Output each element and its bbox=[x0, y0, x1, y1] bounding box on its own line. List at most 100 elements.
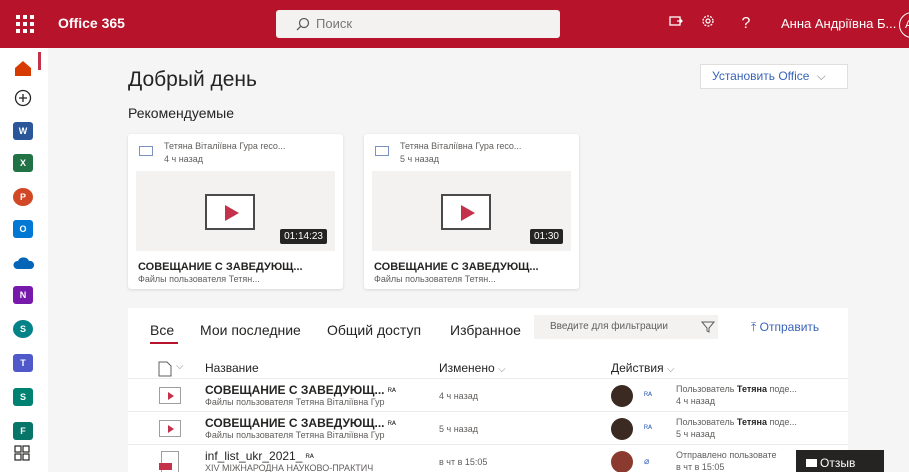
feedback-button[interactable]: Отзыв bbox=[796, 450, 884, 472]
play-icon bbox=[441, 194, 491, 230]
app-name[interactable]: Office 365 bbox=[58, 15, 125, 31]
activity-user: Тетяна bbox=[736, 417, 767, 427]
card-thumbnail[interactable]: 01:14:23 bbox=[136, 171, 335, 251]
all-apps-icon[interactable] bbox=[13, 444, 35, 466]
user-name[interactable]: Анна Андріївна Б... bbox=[781, 16, 896, 31]
chevron-down-icon: ⌵ bbox=[498, 364, 506, 375]
activity-suffix: поде... bbox=[766, 417, 797, 427]
file-location: Файлы пользователя Тетяна Віталіївна Гур bbox=[205, 397, 385, 407]
home-icon[interactable] bbox=[13, 58, 35, 80]
upload-icon: ⤒ bbox=[751, 320, 757, 334]
column-header-modified[interactable]: Изменено ⌵ bbox=[439, 361, 506, 375]
file-title[interactable]: inf_list_ukr_2021_ ᴿᴬ bbox=[205, 449, 314, 463]
sharepoint-icon[interactable]: S bbox=[13, 318, 35, 340]
tab-shared[interactable]: Общий доступ bbox=[327, 322, 421, 338]
avatar bbox=[611, 418, 633, 440]
card-subtitle: Файлы пользователя Тетян... bbox=[374, 274, 496, 284]
chat-bubble-icon bbox=[806, 459, 817, 467]
onenote-icon[interactable]: N bbox=[13, 284, 35, 306]
outlook-icon[interactable]: O bbox=[13, 218, 35, 240]
activity-time: 4 ч назад bbox=[676, 396, 715, 406]
help-icon[interactable]: ? bbox=[735, 13, 757, 35]
card-author: Тетяна Віталіївна Гура reco... bbox=[400, 141, 522, 151]
table-row[interactable]: СОВЕЩАНИЕ С ЗАВЕДУЮЩ... ᴿᴬ Файлы пользов… bbox=[128, 411, 848, 444]
video-icon bbox=[375, 146, 389, 156]
shared-icon: ᴿᴬ bbox=[387, 386, 396, 396]
file-title[interactable]: СОВЕЩАНИЕ С ЗАВЕДУЮЩ... ᴿᴬ bbox=[205, 416, 396, 430]
forms-icon[interactable]: F bbox=[13, 420, 35, 442]
activity-time: в чт в 15:05 bbox=[676, 462, 725, 472]
activity-user: Тетяна bbox=[736, 384, 767, 394]
video-duration: 01:30 bbox=[529, 229, 563, 244]
card-title: СОВЕЩАНИЕ С ЗАВЕДУЮЩ... bbox=[138, 261, 303, 273]
create-icon[interactable] bbox=[13, 88, 35, 110]
activity-prefix: Пользователь bbox=[676, 417, 737, 427]
recommended-card[interactable]: Тетяна Віталіївна Гура reco... 5 ч назад… bbox=[364, 134, 579, 289]
table-row[interactable]: inf_list_ukr_2021_ ᴿᴬ XIV МІЖНАРОДНА НАУ… bbox=[128, 444, 848, 472]
install-office-label: Установить Office bbox=[712, 69, 810, 83]
page-title: Добрый день bbox=[128, 68, 257, 91]
file-modified: в чт в 15:05 bbox=[439, 457, 488, 467]
app-launcher-icon[interactable] bbox=[16, 15, 34, 33]
tab-active-underline bbox=[150, 342, 178, 344]
files-panel: Все Мои последние Общий доступ Избранное… bbox=[128, 308, 848, 472]
card-thumbnail[interactable]: 01:30 bbox=[372, 171, 571, 251]
active-indicator bbox=[38, 52, 41, 70]
shared-icon: ᴿᴬ bbox=[387, 419, 396, 429]
app-rail: W X P O N S T S F bbox=[0, 48, 48, 472]
avatar bbox=[611, 451, 633, 472]
feedback-label: Отзыв bbox=[820, 456, 856, 470]
file-location: XIV МІЖНАРОДНА НАУКОВО-ПРАКТИЧ bbox=[205, 463, 374, 472]
attachment-icon: ⌀ bbox=[644, 456, 650, 466]
recommended-title: Рекомендуемые bbox=[128, 105, 234, 121]
recommended-card[interactable]: Тетяна Віталіївна Гура reco... 4 ч назад… bbox=[128, 134, 343, 289]
word-icon[interactable]: W bbox=[13, 120, 35, 142]
activity-prefix: Отправлено пользовате bbox=[676, 450, 777, 460]
card-subtitle: Файлы пользователя Тетян... bbox=[138, 274, 260, 284]
column-header-actions[interactable]: Действия ⌵ bbox=[611, 361, 675, 375]
table-row[interactable]: СОВЕЩАНИЕ С ЗАВЕДУЮЩ... ᴿᴬ Файлы пользов… bbox=[128, 378, 848, 411]
search-box[interactable]: Поиск bbox=[276, 10, 560, 38]
tab-all[interactable]: Все bbox=[150, 322, 174, 338]
video-duration: 01:14:23 bbox=[280, 229, 327, 244]
card-title: СОВЕЩАНИЕ С ЗАВЕДУЮЩ... bbox=[374, 261, 539, 273]
sway-icon[interactable]: S bbox=[13, 386, 35, 408]
filter-input[interactable]: Введите для фильтрации bbox=[534, 315, 718, 339]
file-title-text: СОВЕЩАНИЕ С ЗАВЕДУЮЩ... bbox=[205, 416, 385, 430]
file-location: Файлы пользователя Тетяна Віталіївна Гур bbox=[205, 430, 385, 440]
play-icon bbox=[205, 194, 255, 230]
avatar bbox=[611, 385, 633, 407]
chevron-down-icon: ⌵ bbox=[816, 69, 826, 83]
excel-icon[interactable]: X bbox=[13, 152, 35, 174]
onedrive-icon[interactable] bbox=[13, 252, 35, 274]
top-bar: Office 365 Поиск ? Анна Андріївна Б... А bbox=[0, 0, 909, 48]
shared-icon: ᴿᴬ bbox=[644, 390, 653, 400]
settings-gear-icon[interactable] bbox=[697, 13, 719, 35]
file-modified: 4 ч назад bbox=[439, 391, 478, 401]
file-title-text: inf_list_ukr_2021_ bbox=[205, 449, 303, 463]
search-icon bbox=[296, 17, 310, 31]
card-time: 4 ч назад bbox=[164, 154, 203, 164]
activity-text: Отправлено пользовате bbox=[676, 450, 776, 460]
tab-favorites[interactable]: Избранное bbox=[450, 322, 521, 338]
filter-placeholder: Введите для фильтрации bbox=[550, 321, 668, 332]
chevron-down-icon: ⌵ bbox=[666, 364, 675, 375]
search-placeholder: Поиск bbox=[316, 16, 353, 31]
shared-icon: ᴿᴬ bbox=[305, 452, 314, 462]
install-office-button[interactable]: Установить Office ⌵ bbox=[700, 64, 848, 89]
file-title[interactable]: СОВЕЩАНИЕ С ЗАВЕДУЮЩ... ᴿᴬ bbox=[205, 383, 396, 397]
powerpoint-icon[interactable]: P bbox=[13, 186, 35, 208]
activity-prefix: Пользователь bbox=[676, 384, 737, 394]
video-icon bbox=[139, 146, 153, 156]
feed-icon[interactable] bbox=[665, 13, 687, 35]
pdf-file-icon bbox=[159, 451, 179, 472]
column-header-name[interactable]: Название bbox=[205, 361, 259, 375]
filter-icon bbox=[701, 321, 715, 333]
teams-icon[interactable]: T bbox=[13, 352, 35, 374]
tab-recent[interactable]: Мои последние bbox=[200, 322, 301, 338]
upload-button[interactable]: ⤒ Отправить bbox=[751, 320, 819, 335]
chevron-down-icon: ⌵ bbox=[176, 361, 184, 372]
column-header-modified-label: Изменено bbox=[439, 361, 495, 375]
activity-suffix: поде... bbox=[766, 384, 797, 394]
avatar[interactable]: А bbox=[899, 12, 909, 38]
